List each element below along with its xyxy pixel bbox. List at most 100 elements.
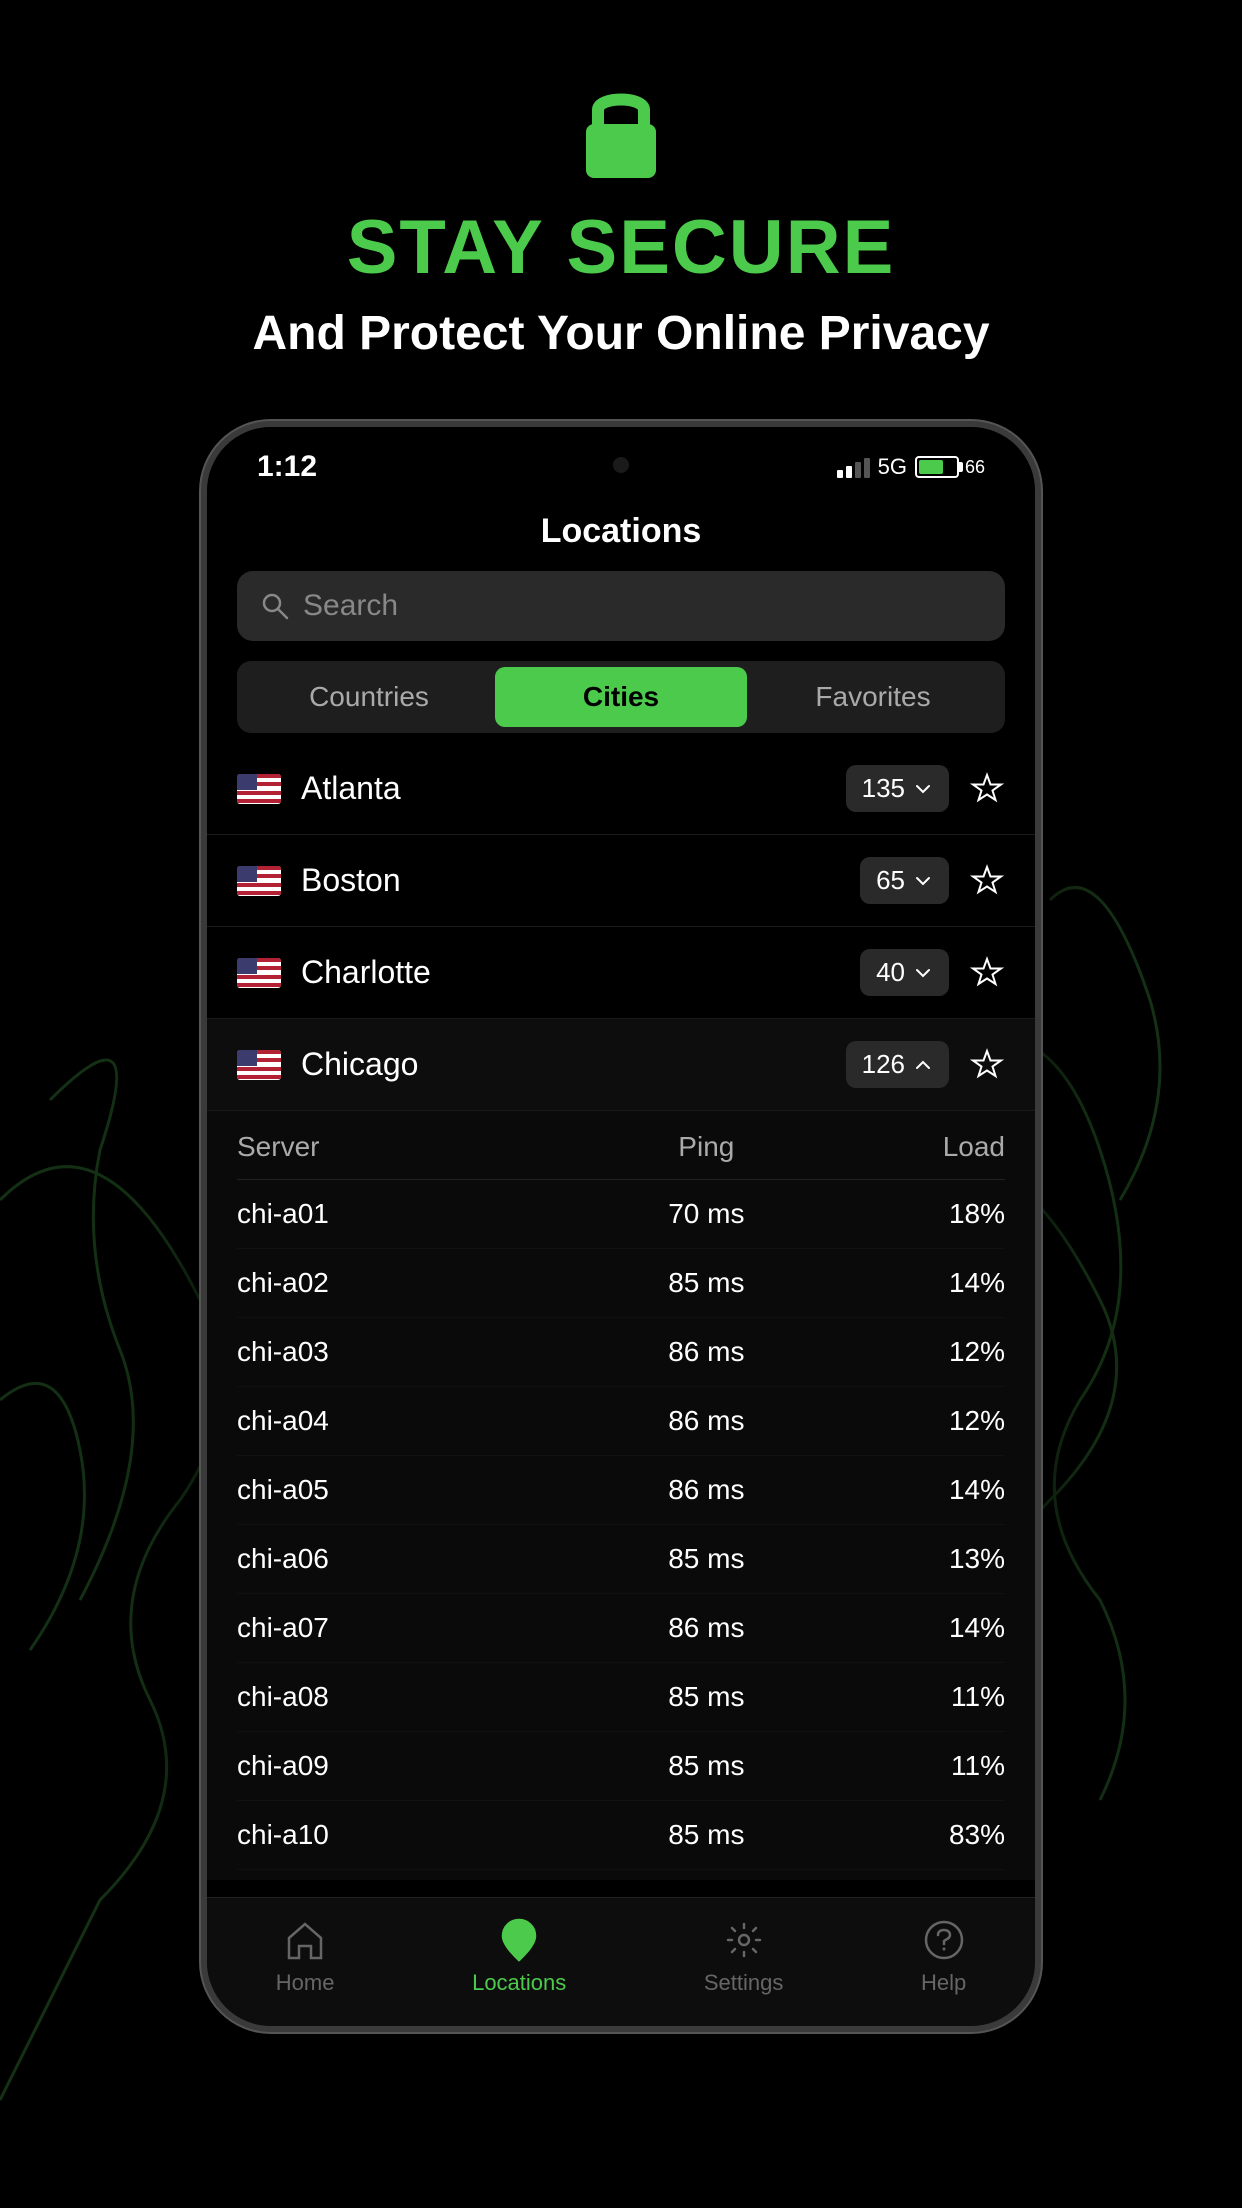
- server-count-charlotte[interactable]: 40: [860, 949, 949, 996]
- server-count-text-chicago: 126: [862, 1049, 905, 1080]
- nav-label-help: Help: [921, 1970, 966, 1996]
- chevron-up-icon-chicago: [913, 1055, 933, 1075]
- server-name-chi-a08: chi-a08: [237, 1681, 578, 1713]
- subheadline: And Protect Your Online Privacy: [252, 306, 989, 361]
- signal-bar-4: [864, 458, 870, 478]
- signal-bars: [837, 456, 870, 478]
- battery: [915, 456, 959, 478]
- server-row-chi-a05[interactable]: chi-a05 86 ms 14%: [237, 1456, 1005, 1525]
- flag-us-charlotte: [237, 958, 281, 988]
- server-name-chi-a06: chi-a06: [237, 1543, 578, 1575]
- server-load-chi-a10: 83%: [834, 1819, 1005, 1851]
- phone-frame-container: 1:12 5G 66: [0, 421, 1242, 2032]
- nav-item-home[interactable]: Home: [276, 1918, 335, 1996]
- nav-label-locations: Locations: [472, 1970, 566, 1996]
- server-table-header: Server Ping Load: [237, 1121, 1005, 1180]
- server-row-chi-a03[interactable]: chi-a03 86 ms 12%: [237, 1318, 1005, 1387]
- server-name-chi-a02: chi-a02: [237, 1267, 578, 1299]
- server-name-chi-a09: chi-a09: [237, 1750, 578, 1782]
- nav-label-home: Home: [276, 1970, 335, 1996]
- tab-countries[interactable]: Countries: [243, 667, 495, 727]
- status-bar: 1:12 5G 66: [207, 427, 1035, 497]
- tab-favorites[interactable]: Favorites: [747, 667, 999, 727]
- battery-fill: [919, 460, 943, 474]
- status-icons: 5G 66: [837, 454, 985, 480]
- city-row-charlotte[interactable]: Charlotte 40: [207, 927, 1035, 1019]
- star-icon-chicago[interactable]: [969, 1047, 1005, 1083]
- server-load-chi-a06: 13%: [834, 1543, 1005, 1575]
- server-rows-container: chi-a01 70 ms 18% chi-a02 85 ms 14% chi-…: [237, 1180, 1005, 1870]
- search-container: Search: [207, 571, 1035, 661]
- star-icon-charlotte[interactable]: [969, 955, 1005, 991]
- server-row-chi-a04[interactable]: chi-a04 86 ms 12%: [237, 1387, 1005, 1456]
- camera-dot: [613, 457, 629, 473]
- server-row-chi-a07[interactable]: chi-a07 86 ms 14%: [237, 1594, 1005, 1663]
- screen-title: Locations: [207, 497, 1035, 571]
- server-ping-chi-a01: 70 ms: [578, 1198, 834, 1230]
- server-ping-chi-a10: 85 ms: [578, 1819, 834, 1851]
- server-load-chi-a02: 14%: [834, 1267, 1005, 1299]
- phone-frame: 1:12 5G 66: [201, 421, 1041, 2032]
- server-count-chicago[interactable]: 126: [846, 1041, 949, 1088]
- city-list: Atlanta 135: [207, 743, 1035, 1880]
- server-ping-chi-a08: 85 ms: [578, 1681, 834, 1713]
- server-row-chi-a01[interactable]: chi-a01 70 ms 18%: [237, 1180, 1005, 1249]
- server-load-chi-a03: 12%: [834, 1336, 1005, 1368]
- side-button-right: [1037, 607, 1041, 697]
- flag-us-chicago: [237, 1050, 281, 1080]
- server-count-text-atlanta: 135: [862, 773, 905, 804]
- server-name-chi-a03: chi-a03: [237, 1336, 578, 1368]
- col-header-ping: Ping: [578, 1131, 834, 1163]
- col-header-load: Load: [834, 1131, 1005, 1163]
- server-load-chi-a07: 14%: [834, 1612, 1005, 1644]
- app-content: Locations Search Countries Cities: [207, 497, 1035, 1897]
- side-button-left: [201, 627, 205, 687]
- server-load-chi-a05: 14%: [834, 1474, 1005, 1506]
- chevron-down-icon-charlotte: [913, 963, 933, 983]
- server-load-chi-a08: 11%: [834, 1681, 1005, 1713]
- server-table-chicago: Server Ping Load chi-a01 70 ms 18% chi-a…: [207, 1111, 1035, 1880]
- nav-item-locations[interactable]: Locations: [472, 1918, 566, 1996]
- server-ping-chi-a04: 86 ms: [578, 1405, 834, 1437]
- tab-cities[interactable]: Cities: [495, 667, 747, 727]
- headline: STAY SECURE: [347, 210, 896, 286]
- server-count-boston[interactable]: 65: [860, 857, 949, 904]
- star-icon-atlanta[interactable]: [969, 771, 1005, 807]
- chevron-down-icon-atlanta: [913, 779, 933, 799]
- battery-container: 66: [915, 456, 985, 478]
- city-row-boston[interactable]: Boston 65: [207, 835, 1035, 927]
- star-icon-boston[interactable]: [969, 863, 1005, 899]
- battery-text: 66: [965, 457, 985, 478]
- settings-icon: [722, 1918, 766, 1962]
- chevron-down-icon-boston: [913, 871, 933, 891]
- server-row-chi-a09[interactable]: chi-a09 85 ms 11%: [237, 1732, 1005, 1801]
- server-row-chi-a10[interactable]: chi-a10 85 ms 83%: [237, 1801, 1005, 1870]
- search-bar[interactable]: Search: [237, 571, 1005, 641]
- server-load-chi-a09: 11%: [834, 1750, 1005, 1782]
- flag-us-atlanta: [237, 774, 281, 804]
- network-indicator: 5G: [878, 454, 907, 480]
- city-row-chicago[interactable]: Chicago 126: [207, 1019, 1035, 1111]
- nav-item-help[interactable]: Help: [921, 1918, 966, 1996]
- server-name-chi-a10: chi-a10: [237, 1819, 578, 1851]
- server-load-chi-a04: 12%: [834, 1405, 1005, 1437]
- server-count-text-charlotte: 40: [876, 957, 905, 988]
- col-header-server: Server: [237, 1131, 578, 1163]
- home-icon: [283, 1918, 327, 1962]
- tab-bar: Countries Cities Favorites: [237, 661, 1005, 733]
- city-name-atlanta: Atlanta: [301, 770, 846, 807]
- server-row-chi-a08[interactable]: chi-a08 85 ms 11%: [237, 1663, 1005, 1732]
- server-count-atlanta[interactable]: 135: [846, 765, 949, 812]
- server-ping-chi-a02: 85 ms: [578, 1267, 834, 1299]
- status-time: 1:12: [257, 450, 317, 484]
- nav-item-settings[interactable]: Settings: [704, 1918, 784, 1996]
- server-name-chi-a01: chi-a01: [237, 1198, 578, 1230]
- server-ping-chi-a03: 86 ms: [578, 1336, 834, 1368]
- server-row-chi-a02[interactable]: chi-a02 85 ms 14%: [237, 1249, 1005, 1318]
- server-row-chi-a06[interactable]: chi-a06 85 ms 13%: [237, 1525, 1005, 1594]
- city-name-charlotte: Charlotte: [301, 954, 860, 991]
- help-icon: [922, 1918, 966, 1962]
- city-row-atlanta[interactable]: Atlanta 135: [207, 743, 1035, 835]
- city-name-chicago: Chicago: [301, 1046, 846, 1083]
- signal-bar-1: [837, 470, 843, 478]
